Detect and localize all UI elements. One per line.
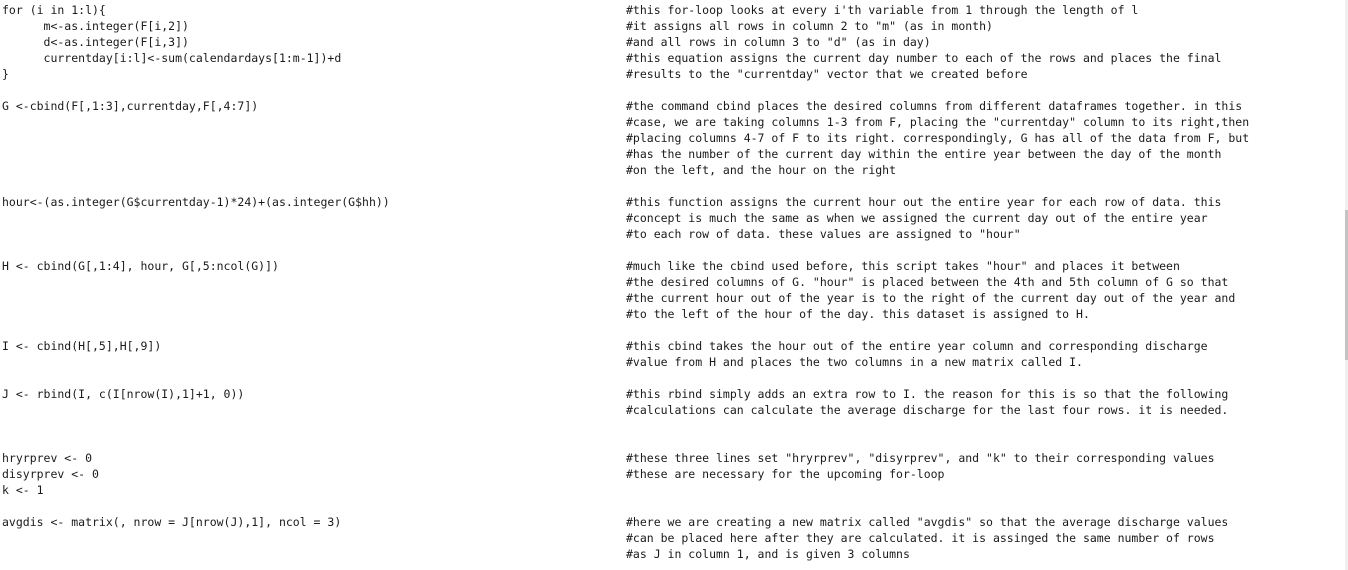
comment-text: #placing columns 4-7 of F to its right. … — [626, 131, 1250, 145]
code-line[interactable]: #can be placed here after they are calcu… — [0, 530, 1348, 546]
comment-text: #results to the "currentday" vector that… — [626, 67, 1028, 81]
comment-text: #has the number of the current day withi… — [626, 147, 1222, 161]
code-text: hour<-(as.integer(G$currentday-1)*24)+(a… — [2, 195, 390, 209]
code-line[interactable] — [0, 418, 1348, 434]
code-line[interactable]: #calculations can calculate the average … — [0, 402, 1348, 418]
code-line[interactable]: #has the number of the current day withi… — [0, 146, 1348, 162]
code-text: for (i in 1:l){ — [2, 3, 106, 17]
code-line[interactable]: J <- rbind(I, c(I[nrow(I),1]+1, 0)) #this… — [0, 386, 1348, 402]
code-line[interactable]: #as J in column 1, and is given 3 column… — [0, 546, 1348, 562]
comment-text: #this equation assigns the current day n… — [626, 51, 1222, 65]
comment-text: #to each row of data. these values are a… — [626, 227, 1021, 241]
comment-text: #case, we are taking columns 1-3 from F,… — [626, 115, 1250, 129]
code-line[interactable]: #to the left of the hour of the day. thi… — [0, 306, 1348, 322]
comment-text: #calculations can calculate the average … — [626, 403, 1229, 417]
code-line[interactable]: #the desired columns of G. "hour" is pla… — [0, 274, 1348, 290]
code-text: G <-cbind(F[,1:3],currentday,F[,4:7]) — [2, 99, 259, 113]
code-line[interactable]: #value from H and places the two columns… — [0, 354, 1348, 370]
code-line[interactable] — [0, 242, 1348, 258]
code-text: H <- cbind(G[,1:4], hour, G[,5:ncol(G)]) — [2, 259, 279, 273]
comment-text: #much like the cbind used before, this s… — [626, 259, 1180, 273]
code-line[interactable]: hryrprev <- 0 #these three lines set "hry… — [0, 450, 1348, 466]
code-text: disyrprev <- 0 — [2, 467, 99, 481]
code-editor[interactable]: for (i in 1:l){ #this for-loop looks at e… — [0, 0, 1348, 570]
comment-text: #these are necessary for the upcoming fo… — [626, 467, 945, 481]
code-line[interactable]: #concept is much the same as when we ass… — [0, 210, 1348, 226]
code-line[interactable]: #placing columns 4-7 of F to its right. … — [0, 130, 1348, 146]
code-line[interactable]: d<-as.integer(F[i,3]) #and all rows in co… — [0, 34, 1348, 50]
comment-text: #this function assigns the current hour … — [626, 195, 1222, 209]
comment-text: #these three lines set "hryrprev", "disy… — [626, 451, 1215, 465]
code-line[interactable]: #to each row of data. these values are a… — [0, 226, 1348, 242]
code-line[interactable] — [0, 82, 1348, 98]
code-line[interactable]: I <- cbind(H[,5],H[,9]) #this cbind takes… — [0, 338, 1348, 354]
code-text: k <- 1 — [2, 483, 44, 497]
code-line[interactable] — [0, 434, 1348, 450]
code-text: avgdis <- matrix(, nrow = J[nrow(J),1], … — [2, 515, 342, 529]
comment-text: #it assigns all rows in column 2 to "m" … — [626, 19, 993, 33]
code-text: I <- cbind(H[,5],H[,9]) — [2, 339, 162, 353]
code-line[interactable] — [0, 178, 1348, 194]
comment-text: #the current hour out of the year is to … — [626, 291, 1236, 305]
comment-text: #concept is much the same as when we ass… — [626, 211, 1208, 225]
code-text: m<-as.integer(F[i,2]) — [2, 19, 189, 33]
code-line[interactable] — [0, 498, 1348, 514]
comment-text: #to the left of the hour of the day. thi… — [626, 307, 1090, 321]
comment-text: #here we are creating a new matrix calle… — [626, 515, 1229, 529]
code-line[interactable]: H <- cbind(G[,1:4], hour, G[,5:ncol(G)])… — [0, 258, 1348, 274]
comment-text: #the desired columns of G. "hour" is pla… — [626, 275, 1229, 289]
code-line[interactable]: } #results to the "currentday" vector tha… — [0, 66, 1348, 82]
code-line[interactable]: m<-as.integer(F[i,2]) #it assigns all row… — [0, 18, 1348, 34]
comment-text: #the command cbind places the desired co… — [626, 99, 1243, 113]
comment-text: #and all rows in column 3 to "d" (as in … — [626, 35, 931, 49]
comment-text: #on the left, and the hour on the right — [626, 163, 897, 177]
code-text: d<-as.integer(F[i,3]) — [2, 35, 189, 49]
code-line[interactable]: #the current hour out of the year is to … — [0, 290, 1348, 306]
code-line[interactable] — [0, 370, 1348, 386]
code-line[interactable]: for (i in 1:l){ #this for-loop looks at e… — [0, 2, 1348, 18]
code-text: } — [2, 67, 9, 81]
comment-text: #this for-loop looks at every i'th varia… — [626, 3, 1139, 17]
comment-text: #this cbind takes the hour out of the en… — [626, 339, 1208, 353]
code-text: J <- rbind(I, c(I[nrow(I),1]+1, 0)) — [2, 387, 245, 401]
code-text: hryrprev <- 0 — [2, 451, 93, 465]
code-text: currentday[i:l]<-sum(calendardays[1:m-1]… — [2, 51, 342, 65]
code-line[interactable]: disyrprev <- 0 #these are necessary for t… — [0, 466, 1348, 482]
comment-text: #value from H and places the two columns… — [626, 355, 1083, 369]
code-line[interactable] — [0, 322, 1348, 338]
code-line[interactable]: currentday[i:l]<-sum(calendardays[1:m-1]… — [0, 50, 1348, 66]
comment-text: #can be placed here after they are calcu… — [626, 531, 1215, 545]
code-line[interactable]: avgdis <- matrix(, nrow = J[nrow(J),1], … — [0, 514, 1348, 530]
code-line[interactable]: k <- 1 — [0, 482, 1348, 498]
code-line[interactable]: #on the left, and the hour on the right — [0, 162, 1348, 178]
code-line[interactable]: #case, we are taking columns 1-3 from F,… — [0, 114, 1348, 130]
code-line[interactable]: hour<-(as.integer(G$currentday-1)*24)+(a… — [0, 194, 1348, 210]
comment-text: #as J in column 1, and is given 3 column… — [626, 547, 910, 561]
comment-text: #this rbind simply adds an extra row to … — [626, 387, 1229, 401]
code-line[interactable]: G <-cbind(F[,1:3],currentday,F[,4:7]) #th… — [0, 98, 1348, 114]
